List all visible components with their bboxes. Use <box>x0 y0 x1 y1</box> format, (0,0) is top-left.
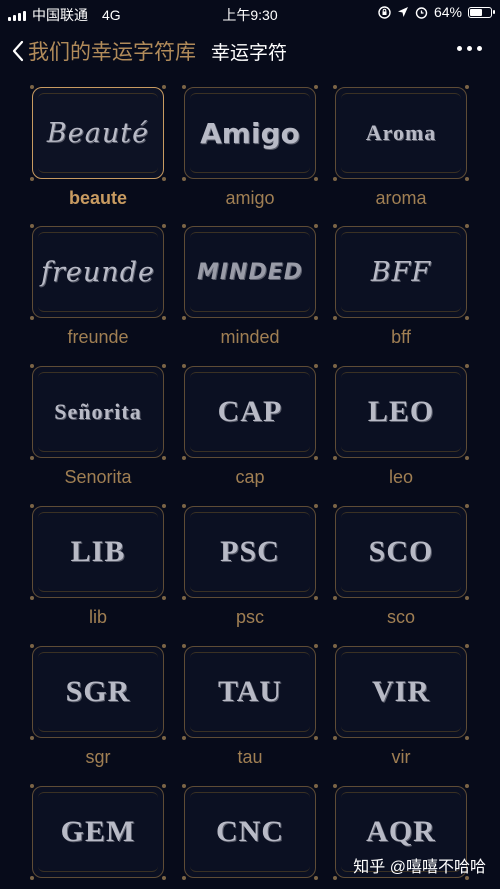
status-bar: 中国联通 4G 上午9:30 64% <box>0 0 500 26</box>
charm-logo: Señorita <box>54 399 142 424</box>
charm-label: beaute <box>68 188 128 208</box>
back-button[interactable]: 我们的幸运字符库 <box>12 36 196 66</box>
charm-logo: Amigo <box>200 116 300 150</box>
charm-label: minded <box>220 327 280 347</box>
charm-card-minded[interactable]: MINDED <box>182 224 318 320</box>
charm-label: vir <box>391 747 411 767</box>
charm-label: tau <box>237 747 263 767</box>
more-options-button[interactable] <box>457 46 482 51</box>
charm-logo: LIB <box>70 535 126 568</box>
watermark: 知乎 @嘻嘻不哈哈 <box>353 859 486 876</box>
more-dot-icon <box>457 46 462 51</box>
alarm-icon <box>415 6 428 19</box>
charm-logo: SGR <box>65 675 131 708</box>
charm-card-beaute[interactable]: Beauté <box>30 85 166 181</box>
page-title: 幸运字符 <box>211 43 288 64</box>
charm-logo: TAU <box>217 675 283 708</box>
charm-card-bff[interactable]: BFF <box>333 224 469 320</box>
charm-card-cap[interactable]: CAP <box>182 364 318 460</box>
more-dot-icon <box>477 46 482 51</box>
charm-logo: LEO <box>367 395 435 428</box>
charm-logo: GEM <box>60 815 136 848</box>
status-right: 64% <box>378 4 495 20</box>
charm-card-amigo[interactable]: Amigo <box>182 85 318 181</box>
charm-logo: CNC <box>216 815 284 848</box>
charm-card-tau[interactable]: TAU <box>182 644 318 740</box>
charm-card-leo[interactable]: LEO <box>333 364 469 460</box>
charm-card-lib[interactable]: LIB <box>30 504 166 600</box>
charm-logo: VIR <box>371 675 430 708</box>
charm-label: Senorita <box>64 467 132 487</box>
location-icon <box>397 7 408 17</box>
charm-logo: SCO <box>368 535 434 568</box>
charm-label: amigo <box>225 188 275 208</box>
charm-label: lib <box>88 607 107 627</box>
chevron-left-icon <box>12 40 24 62</box>
charm-logo: Aroma <box>365 120 437 145</box>
charm-logo: freunde <box>41 256 155 288</box>
charm-logo: BFF <box>370 256 432 288</box>
charm-card-aroma[interactable]: Aroma <box>333 85 469 181</box>
charm-label: aroma <box>375 188 427 208</box>
charm-card-sgr[interactable]: SGR <box>30 644 166 740</box>
charm-logo: PSC <box>220 535 280 568</box>
battery-icon <box>468 6 495 18</box>
nav-bar: 我们的幸运字符库 幸运字符 <box>0 26 500 80</box>
charm-card-sco[interactable]: SCO <box>333 504 469 600</box>
more-dot-icon <box>467 46 472 51</box>
charm-label: freunde <box>67 327 129 347</box>
charm-label: leo <box>388 467 414 487</box>
charm-card-Senorita[interactable]: Señorita <box>30 364 166 460</box>
charm-label: psc <box>235 607 264 627</box>
charm-card-cnc[interactable]: CNC <box>182 784 318 880</box>
charm-card-gem[interactable]: GEM <box>30 784 166 880</box>
charm-card-psc[interactable]: PSC <box>182 504 318 600</box>
charm-label: bff <box>391 327 411 347</box>
charm-logo: Beauté <box>46 117 150 149</box>
screen-lock-icon <box>378 5 391 19</box>
charm-label: sco <box>386 607 415 627</box>
charm-label: cap <box>235 467 265 487</box>
back-label: 我们的幸运字符库 <box>28 41 196 64</box>
charm-logo: CAP <box>217 395 283 428</box>
charm-card-vir[interactable]: VIR <box>333 644 469 740</box>
charm-card-freunde[interactable]: freunde <box>30 224 166 320</box>
battery-percent: 64% <box>433 4 462 20</box>
battery-fill <box>470 8 482 16</box>
charm-logo: MINDED <box>196 259 304 285</box>
charm-label: sgr <box>85 747 111 767</box>
